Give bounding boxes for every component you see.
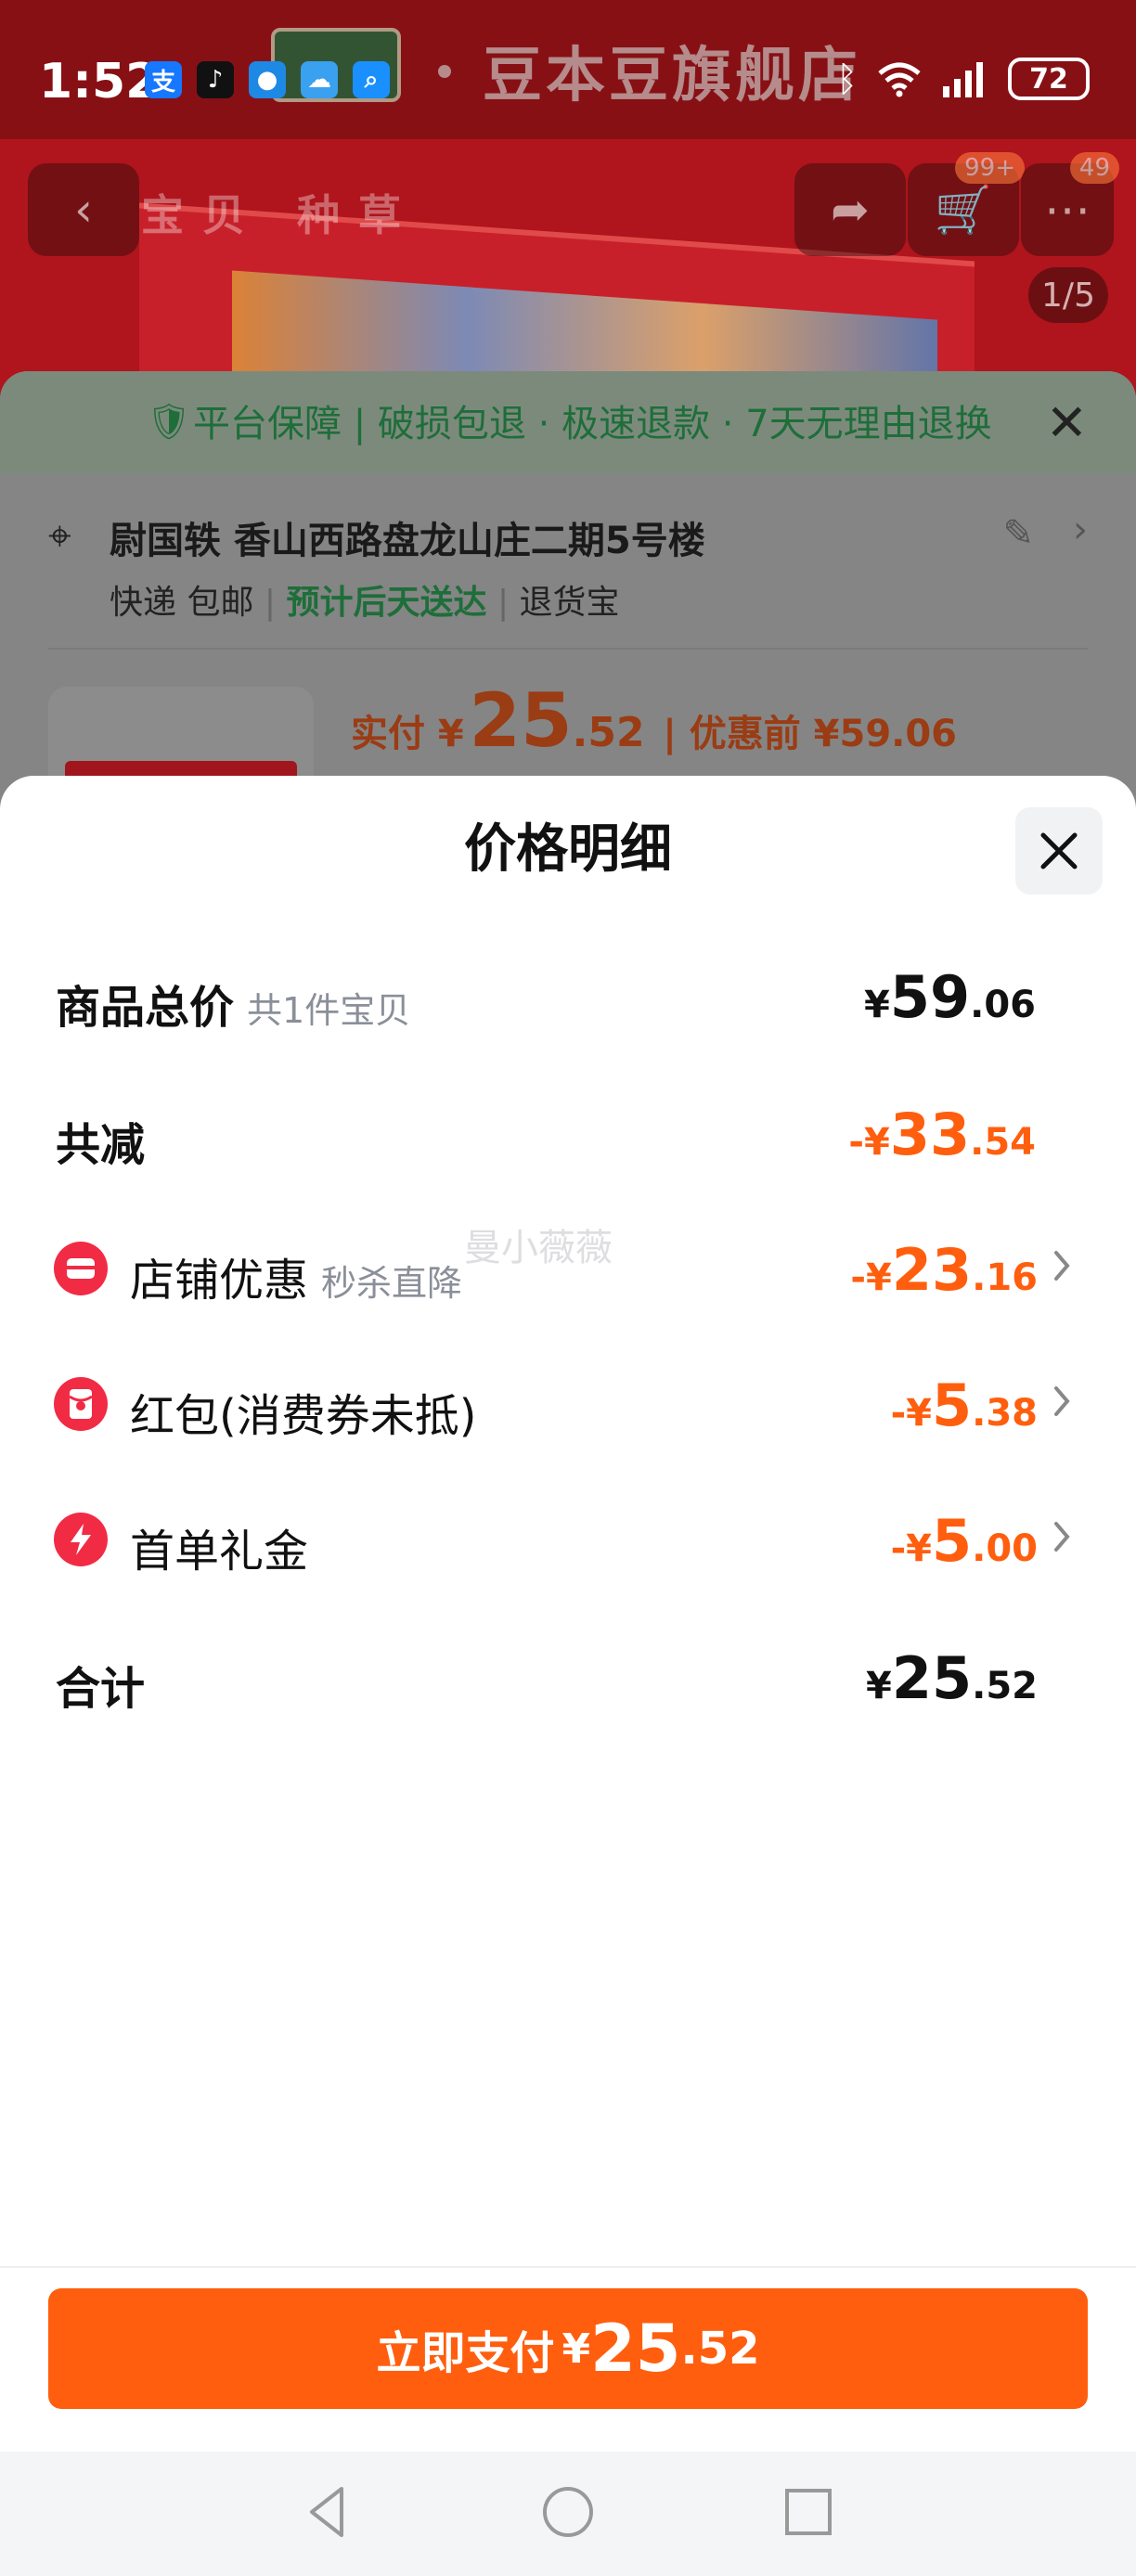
nav-home-icon[interactable] <box>536 2479 600 2544</box>
wifi-icon <box>878 62 921 97</box>
weather-icon: ☁ <box>301 61 338 98</box>
search-app-icon: ⌕ <box>353 61 390 98</box>
more-icon: ⋯ <box>1044 183 1091 237</box>
row-total-reduction: 共减 -¥33.54 <box>0 1084 1136 1177</box>
bluetooth-icon: ᛒ <box>836 58 858 99</box>
tiktok-icon: ♪ <box>197 61 234 98</box>
row-first-order-gift[interactable]: 首单礼金 -¥5.00 <box>0 1490 1136 1583</box>
guarantee-close-icon[interactable]: ✕ <box>1046 393 1088 452</box>
row-red-packet[interactable]: 红包(消费券未抵) -¥5.38 <box>0 1355 1136 1448</box>
nav-recents-icon[interactable] <box>776 2479 841 2544</box>
guarantee-bar: 🛡 平台保障 | 破损包退 · 极速退款 · 7天无理由退换 ✕ <box>0 371 1136 473</box>
message-badge: 49 <box>1069 152 1119 184</box>
share-icon: ➦ <box>831 183 870 237</box>
status-time: 1:52 <box>39 54 160 109</box>
delivery-return: 退货宝 <box>519 584 620 622</box>
row-label: 合计 <box>56 1663 146 1715</box>
product-navbar: ‹ 宝贝 种草 ➦ 🛒 99+ ⋯ 49 <box>0 139 1136 371</box>
nav-back-icon[interactable] <box>295 2479 360 2544</box>
row-label: 共减 <box>56 1119 146 1171</box>
product-nav-tabs[interactable]: 宝贝 种草 <box>141 182 420 243</box>
paid-summary: 实付 ¥ 25.52 | 优惠前 ¥59.06 <box>351 677 958 764</box>
guarantee-text: 平台保障 | 破损包退 · 极速退款 · 7天无理由退换 <box>193 403 992 445</box>
edit-address-icon[interactable]: ✎ <box>1002 512 1034 555</box>
message-icon: ● <box>249 61 286 98</box>
row-label: 首单礼金 <box>130 1526 309 1578</box>
chevron-right-icon[interactable]: › <box>1073 509 1088 551</box>
row-total-price: 商品总价 共1件宝贝 ¥59.06 <box>0 947 1136 1039</box>
share-button[interactable]: ➦ <box>794 163 906 256</box>
row-amount: -¥5.00 <box>890 1507 1038 1575</box>
delivery-express: 快递 包邮 <box>110 584 254 622</box>
signal-icon <box>943 62 983 97</box>
row-label: 店铺优惠 秒杀直降 <box>130 1255 463 1307</box>
row-amount: ¥25.52 <box>866 1644 1038 1712</box>
pay-now-button[interactable]: 立即支付 ¥25.52 <box>48 2288 1088 2409</box>
row-label: 商品总价 共1件宝贝 <box>56 982 411 1034</box>
shield-icon: 🛡 <box>147 401 192 442</box>
delivery-info: 快递 包邮 | 预计后天送达 | 退货宝 <box>110 584 620 622</box>
divider <box>48 648 1088 650</box>
chevron-right-icon <box>1054 1386 1070 1416</box>
chevron-left-icon: ‹ <box>74 183 93 237</box>
row-sub: 秒杀直降 <box>321 1263 463 1304</box>
location-pin-icon: ⌖ <box>48 512 71 560</box>
chevron-right-icon <box>1054 1522 1070 1552</box>
alipay-icon: 支 <box>145 61 182 98</box>
row-amount: -¥5.38 <box>890 1372 1038 1439</box>
status-bar: 1:52 支 ♪ ● ☁ ⌕ ᛒ 72 <box>0 0 1136 139</box>
image-counter: 1/5 <box>1028 267 1108 323</box>
row-amount: ¥59.06 <box>864 963 1036 1031</box>
lightning-icon <box>54 1513 108 1566</box>
modal-close-button[interactable] <box>1015 807 1103 895</box>
before-discount: | 优惠前 ¥59.06 <box>663 713 958 755</box>
shop-coupon-icon <box>54 1242 108 1295</box>
modal-title: 价格明细 <box>464 819 672 880</box>
chevron-right-icon <box>1054 1251 1070 1281</box>
back-button[interactable]: ‹ <box>28 163 139 256</box>
row-amount: -¥23.16 <box>850 1236 1038 1304</box>
row-shop-discount[interactable]: 店铺优惠 秒杀直降 -¥23.16 <box>0 1219 1136 1312</box>
row-sub: 共1件宝贝 <box>247 990 411 1031</box>
status-app-icons: 支 ♪ ● ☁ ⌕ <box>145 61 390 98</box>
more-button[interactable]: ⋯ 49 <box>1021 152 1119 256</box>
system-navigation-bar <box>0 2452 1136 2576</box>
row-label: 红包(消费券未抵) <box>130 1390 477 1442</box>
close-icon <box>1040 832 1078 869</box>
red-packet-icon <box>54 1377 108 1431</box>
cart-button[interactable]: 🛒 99+ <box>908 152 1025 256</box>
price-detail-modal: 价格明细 曼小薇薇 商品总价 共1件宝贝 ¥59.06 共减 -¥33.54 店铺… <box>0 776 1136 2576</box>
battery-indicator: 72 <box>1008 58 1090 100</box>
cart-icon: 🛒 <box>934 182 993 237</box>
row-sum: 合计 ¥25.52 <box>0 1628 1136 1720</box>
cart-badge: 99+ <box>955 152 1025 184</box>
address-text[interactable]: 尉国轶 香山西路盘龙山庄二期5号楼 <box>110 510 705 564</box>
delivery-eta: 预计后天送达 <box>286 584 487 622</box>
status-right: ᛒ 72 <box>836 58 1090 100</box>
row-amount: -¥33.54 <box>848 1101 1036 1168</box>
